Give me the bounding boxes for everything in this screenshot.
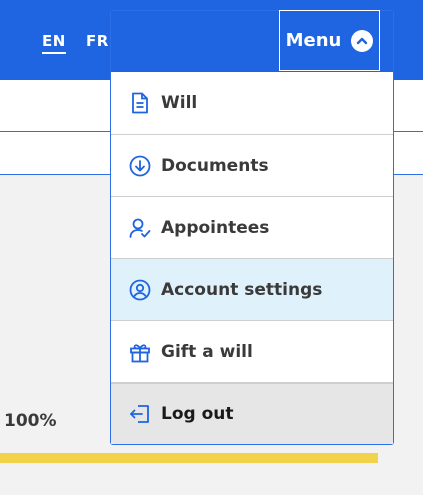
gift-icon bbox=[129, 341, 151, 363]
menu-item-documents[interactable]: Documents bbox=[111, 134, 393, 196]
document-icon bbox=[129, 92, 151, 114]
user-check-icon bbox=[129, 217, 151, 239]
menu-button-label: Menu bbox=[285, 30, 342, 51]
menu-item-log-out[interactable]: Log out bbox=[111, 382, 393, 444]
menu-item-label: Documents bbox=[161, 155, 269, 176]
language-en-link[interactable]: EN bbox=[42, 32, 66, 54]
menu-item-label: Appointees bbox=[161, 217, 270, 238]
chevron-up-icon bbox=[351, 29, 374, 52]
menu-item-appointees[interactable]: Appointees bbox=[111, 196, 393, 258]
progress-bar bbox=[0, 453, 378, 463]
menu-toggle-button[interactable]: Menu bbox=[279, 10, 380, 71]
progress-percent-label: 100% bbox=[4, 411, 57, 431]
user-circle-icon bbox=[129, 279, 151, 301]
logout-icon bbox=[129, 403, 151, 425]
menu-item-label: Log out bbox=[161, 404, 234, 424]
menu-dropdown: Menu Will Documents Appointees Account s… bbox=[110, 10, 394, 445]
menu-item-label: Gift a will bbox=[161, 341, 253, 362]
menu-item-gift-a-will[interactable]: Gift a will bbox=[111, 320, 393, 382]
menu-list: Will Documents Appointees Account settin… bbox=[111, 72, 393, 444]
language-fr-link[interactable]: FR bbox=[86, 32, 109, 50]
menu-item-label: Will bbox=[161, 93, 198, 113]
menu-item-will[interactable]: Will bbox=[111, 72, 393, 134]
menu-item-label: Account settings bbox=[161, 279, 323, 300]
download-circle-icon bbox=[129, 155, 151, 177]
menu-item-account-settings[interactable]: Account settings bbox=[111, 258, 393, 320]
